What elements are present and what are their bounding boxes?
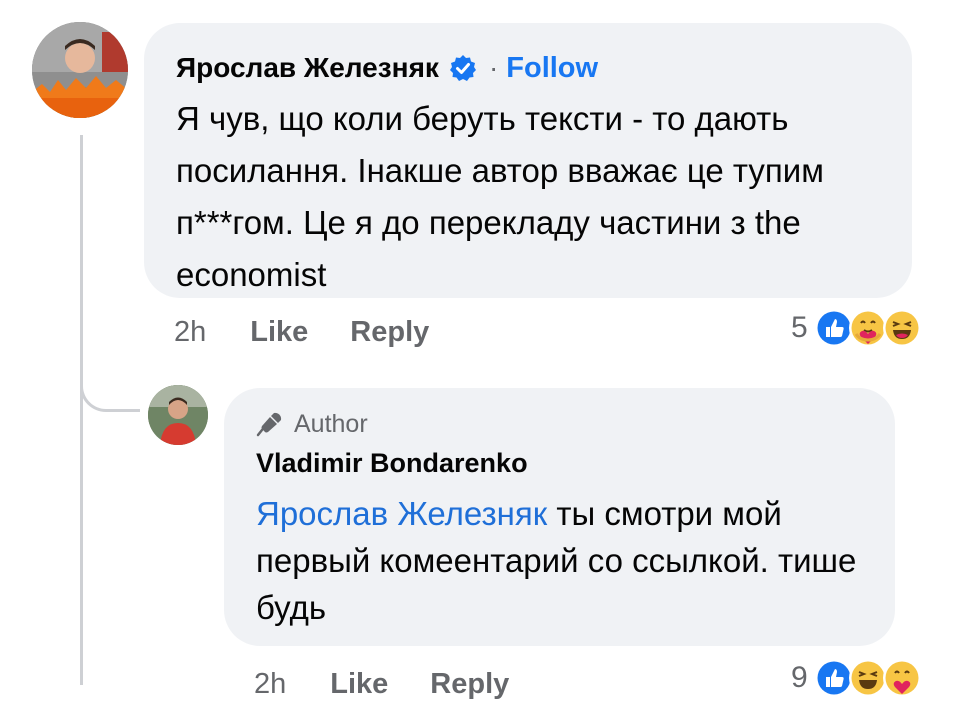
reaction-count: 9 — [791, 661, 808, 694]
follow-button[interactable]: Follow — [506, 52, 598, 85]
reply-author-name[interactable]: Vladimir Bondarenko — [256, 448, 863, 484]
microphone-icon — [256, 412, 282, 437]
avatar-image — [148, 385, 208, 445]
reply-actions: 2h Like Reply — [254, 662, 551, 706]
avatar-image — [32, 22, 128, 118]
verified-badge-icon — [449, 55, 476, 81]
comment-bubble: Ярослав Железняк · Follow Я чув, що коли… — [144, 23, 912, 298]
comment-author-name[interactable]: Ярослав Железняк — [176, 52, 439, 84]
thread-line — [80, 135, 83, 685]
reaction-count: 5 — [791, 311, 808, 344]
reply-button[interactable]: Reply — [350, 316, 429, 349]
comment-actions: 2h Like Reply — [174, 310, 471, 354]
reply-timestamp[interactable]: 2h — [254, 668, 286, 701]
avatar[interactable] — [32, 22, 128, 118]
care-icon — [882, 659, 921, 697]
avatar[interactable] — [148, 385, 208, 445]
thread-branch — [80, 340, 140, 412]
mention-link[interactable]: Ярослав Железняк — [256, 495, 547, 532]
reaction-summary[interactable]: 9 — [791, 658, 922, 698]
separator-dot: · — [488, 52, 499, 83]
reply-text: Ярослав Железняк ты смотри мой первый ко… — [256, 490, 863, 631]
author-badge-label: Author — [294, 409, 368, 438]
haha-icon — [882, 309, 921, 347]
reaction-summary[interactable]: 5 — [791, 308, 922, 348]
reply-button[interactable]: Reply — [430, 668, 509, 701]
comment-timestamp[interactable]: 2h — [174, 316, 206, 349]
author-badge: Author — [256, 406, 863, 442]
comment-text: Я чув, що коли беруть тексти - то дають … — [176, 100, 824, 293]
reply-bubble: Author Vladimir Bondarenko Ярослав Желез… — [224, 388, 895, 646]
like-button[interactable]: Like — [330, 668, 388, 701]
like-button[interactable]: Like — [250, 316, 308, 349]
